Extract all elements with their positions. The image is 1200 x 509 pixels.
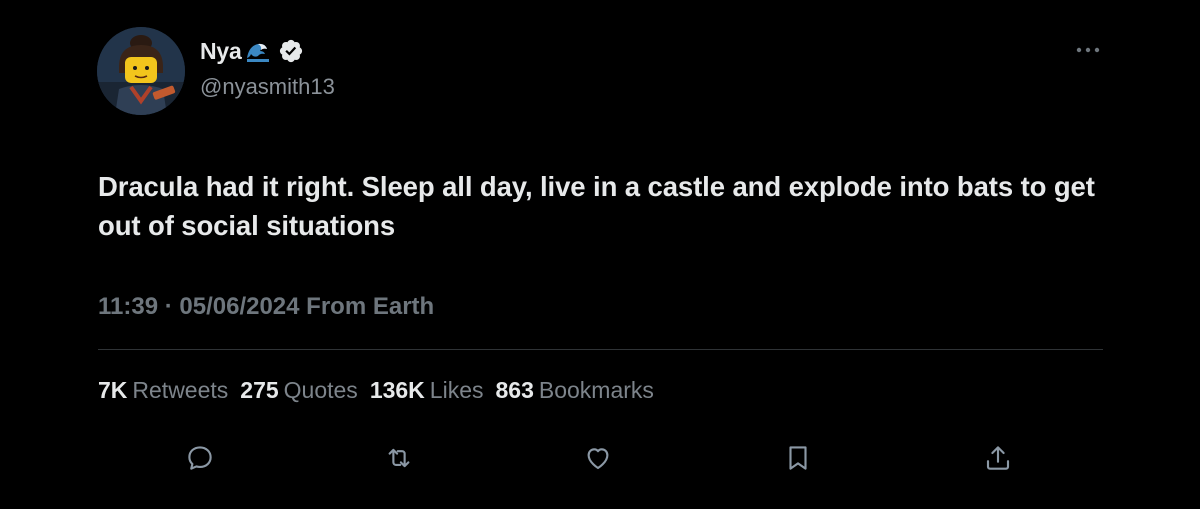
user-handle[interactable]: @nyasmith13: [200, 74, 335, 100]
tweet-text: Dracula had it right. Sleep all day, liv…: [98, 171, 1095, 241]
stat-count: 275: [240, 377, 279, 403]
bookmark-button[interactable]: [778, 438, 818, 478]
action-bar: [0, 438, 1200, 478]
stat-count: 863: [495, 377, 534, 403]
stat-retweets[interactable]: 7K Retweets: [98, 377, 228, 404]
engagement-stats: 7K Retweets 275 Quotes 136K Likes 863 Bookma…: [98, 377, 654, 404]
display-name[interactable]: Nya: [200, 38, 242, 65]
divider: [98, 349, 1103, 350]
wave-emoji-icon: [246, 40, 270, 62]
name-row: Nya: [200, 36, 304, 66]
like-button[interactable]: [578, 438, 618, 478]
avatar-image: [97, 27, 185, 115]
stat-label: Retweets: [132, 377, 229, 403]
share-icon: [986, 446, 1010, 470]
stat-label: Likes: [429, 377, 484, 403]
retweet-icon: [388, 448, 410, 468]
stat-quotes[interactable]: 275 Quotes: [240, 377, 358, 404]
tweet-card: Nya @nyasmith13 Dracula had it right. Sl…: [0, 0, 1200, 509]
reply-button[interactable]: [180, 438, 220, 478]
more-options-button[interactable]: [1072, 38, 1104, 62]
stat-bookmarks[interactable]: 863 Bookmarks: [496, 377, 654, 404]
stat-likes[interactable]: 136K Likes: [370, 377, 484, 404]
stat-label: Bookmarks: [538, 377, 654, 403]
more-icon: [1076, 47, 1100, 53]
stat-count: 136K: [369, 377, 425, 403]
share-button[interactable]: [978, 438, 1018, 478]
reply-icon: [188, 446, 212, 470]
retweet-button[interactable]: [379, 438, 419, 478]
stat-label: Quotes: [283, 377, 358, 403]
verified-badge-icon: [278, 38, 304, 64]
stat-count: 7K: [98, 377, 128, 403]
like-icon: [587, 448, 609, 470]
avatar[interactable]: [97, 27, 185, 115]
tweet-timestamp[interactable]: 11:39 · 05/06/2024 From Earth: [98, 293, 434, 321]
bookmark-icon: [789, 446, 807, 470]
